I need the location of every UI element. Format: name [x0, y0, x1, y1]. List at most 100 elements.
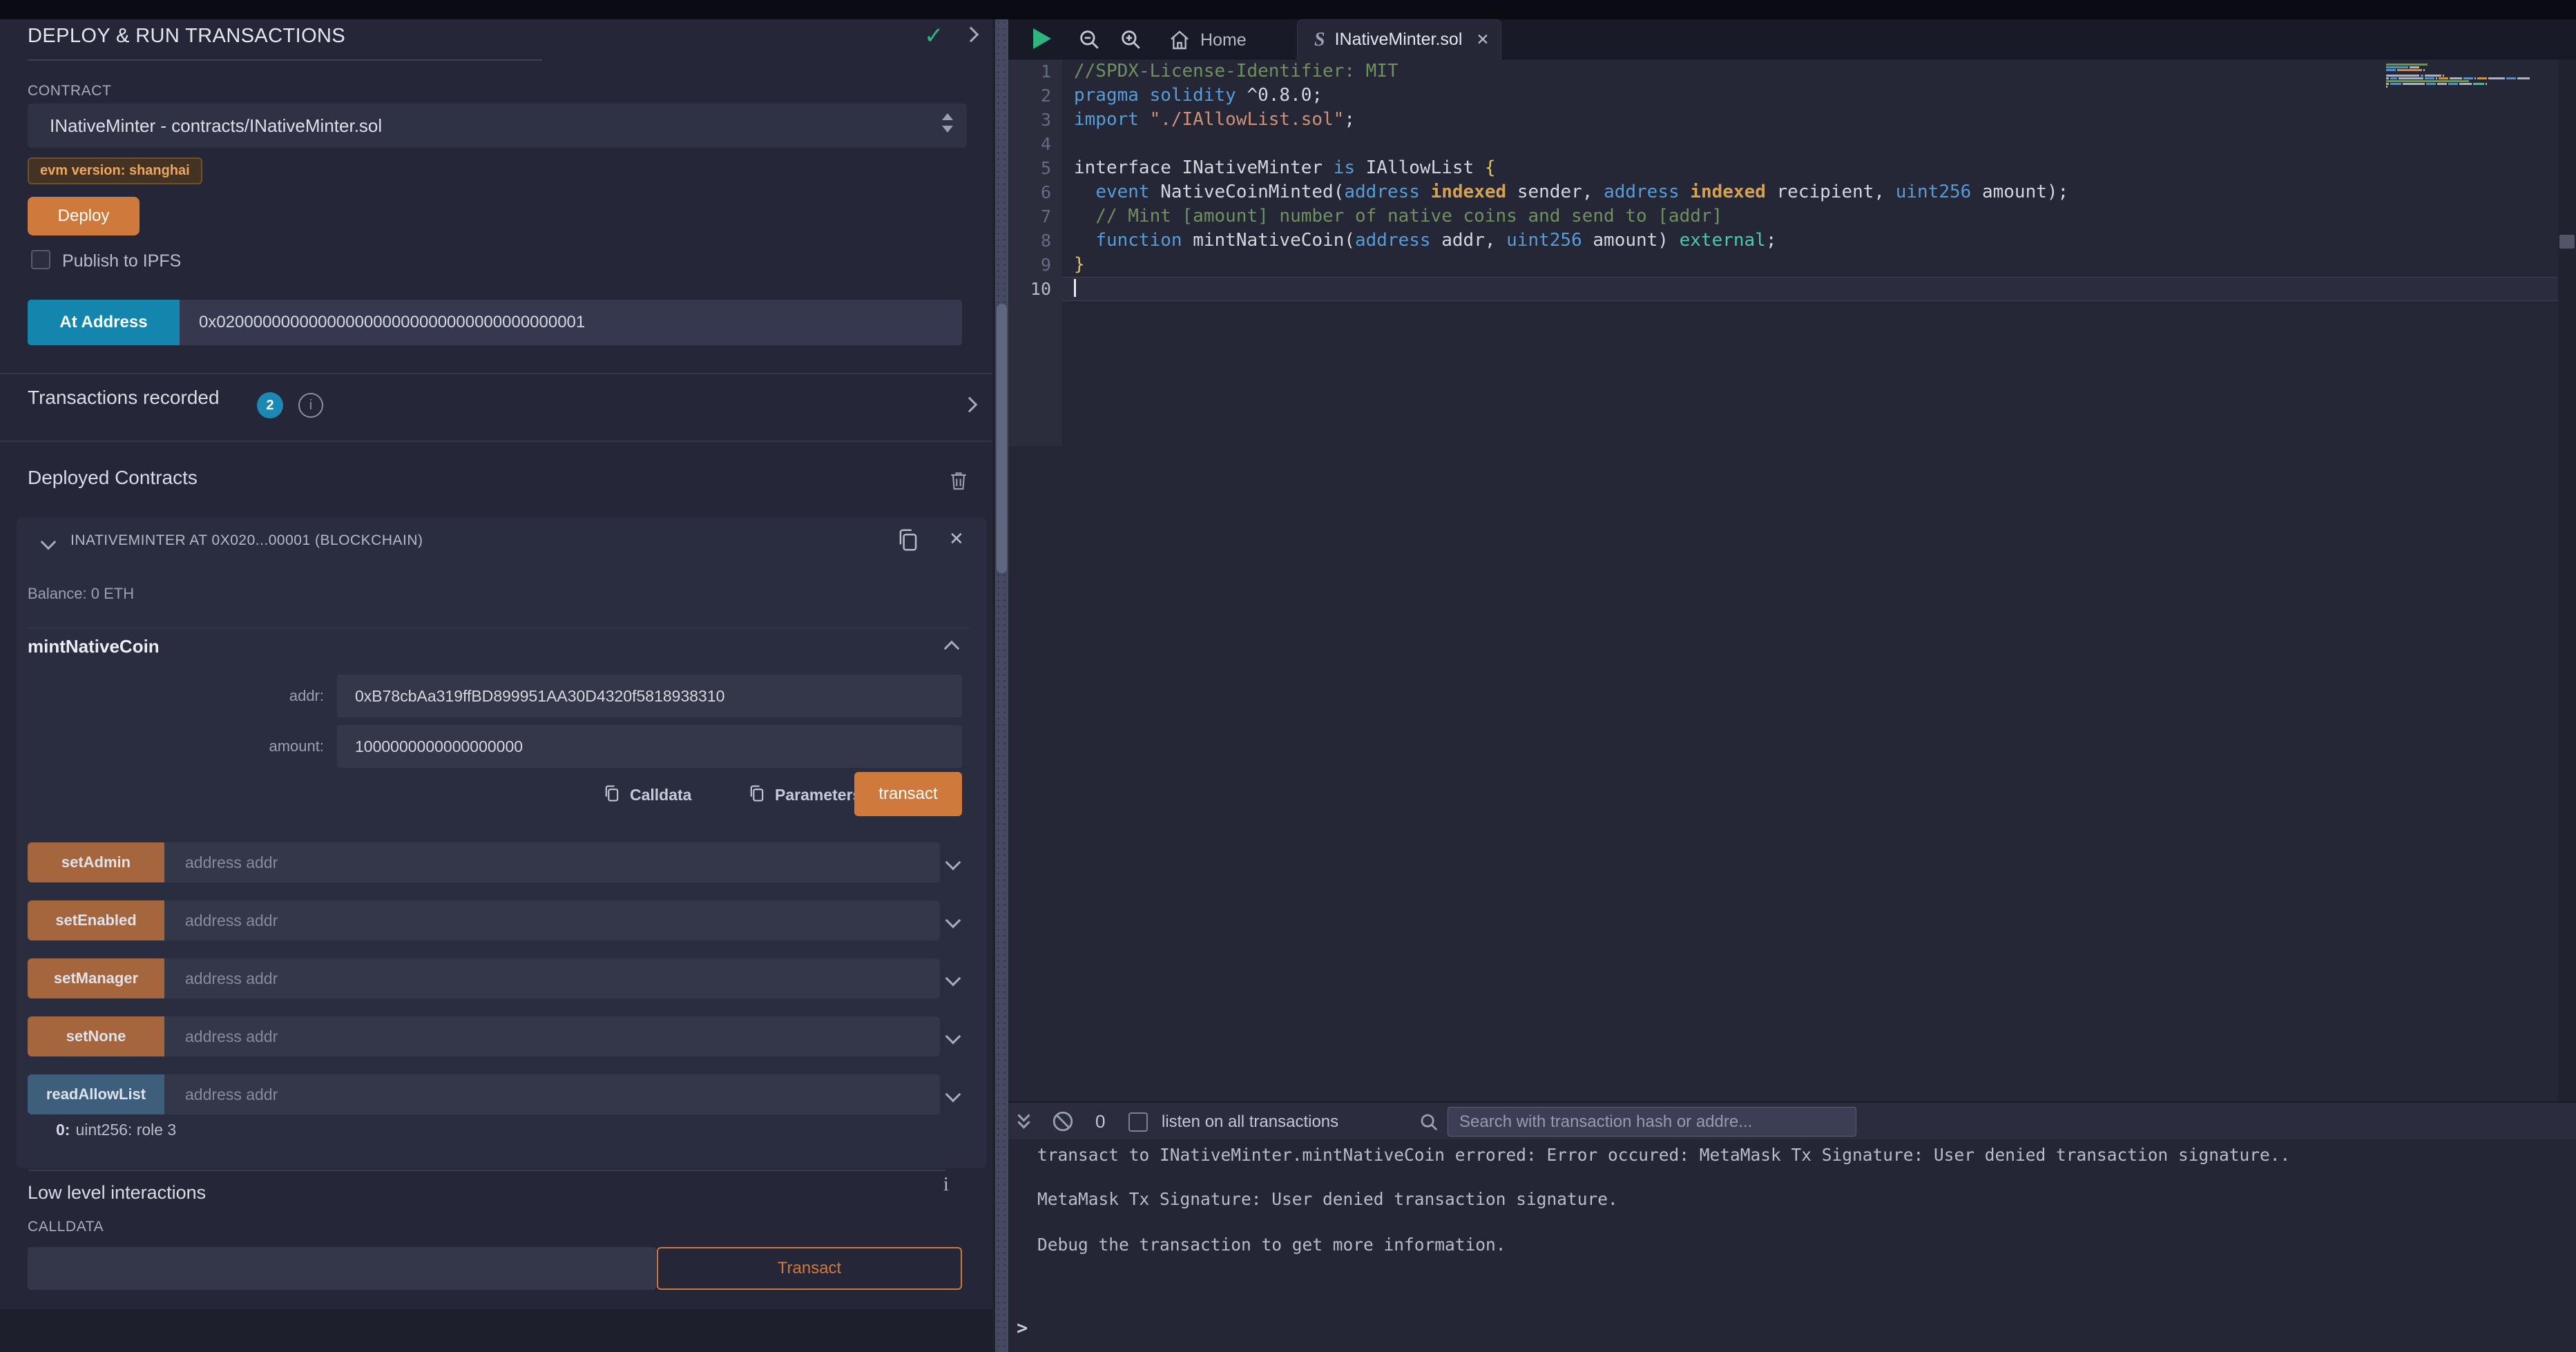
setnone-button[interactable]: setNone — [28, 1016, 164, 1056]
function-row: setEnabled — [28, 900, 940, 940]
home-tab-label: Home — [1200, 30, 1247, 50]
publish-ipfs-checkbox[interactable] — [31, 250, 50, 269]
deploy-run-panel: DEPLOY & RUN TRANSACTIONS ✓ CONTRACT INa… — [0, 19, 992, 1352]
expand-function-chevron-icon[interactable] — [945, 1087, 961, 1103]
pending-transactions-count: 0 — [1095, 1111, 1105, 1132]
clear-instances-trash-icon[interactable] — [948, 468, 970, 493]
editor-scrollbar-thumb[interactable] — [2559, 235, 2575, 249]
function-name: mintNativeCoin — [28, 636, 160, 657]
setnone-input[interactable] — [164, 1016, 940, 1056]
setmanager-input[interactable] — [164, 958, 940, 998]
expand-function-chevron-icon[interactable] — [945, 971, 961, 987]
result-value: uint256: role 3 — [75, 1121, 176, 1139]
panel-resize-handle[interactable] — [992, 19, 1008, 1352]
expand-function-chevron-icon[interactable] — [945, 855, 961, 871]
listen-all-transactions-checkbox[interactable] — [1128, 1112, 1148, 1132]
contract-select[interactable]: INativeMinter - contracts/INativeMinter.… — [28, 104, 967, 148]
editor-scrollbar[interactable] — [2558, 59, 2576, 1101]
terminal-search-input[interactable] — [1448, 1107, 1856, 1137]
zoom-out-icon[interactable] — [1077, 28, 1101, 51]
tab-inativeminter-sol[interactable]: S INativeMinter.sol ✕ — [1297, 19, 1501, 59]
section-divider — [0, 373, 992, 374]
copy-calldata-icon[interactable] — [602, 783, 622, 804]
readallowlist-button[interactable]: readAllowList — [28, 1074, 164, 1114]
function-row: readAllowList — [28, 1074, 940, 1114]
contract-label: CONTRACT — [28, 83, 111, 99]
expand-function-chevron-icon[interactable] — [945, 1029, 961, 1045]
amount-input[interactable] — [337, 725, 962, 768]
section-divider — [29, 1170, 945, 1171]
deployed-contract-card: INATIVEMINTER AT 0X020...00001 (BLOCKCHA… — [17, 517, 986, 1168]
at-address-input[interactable] — [180, 300, 962, 345]
low-level-transact-button[interactable]: Transact — [657, 1247, 962, 1290]
low-level-info-icon[interactable]: i — [943, 1174, 949, 1196]
setmanager-button[interactable]: setManager — [28, 958, 164, 998]
addr-input[interactable] — [337, 675, 962, 717]
terminal-collapse-icon[interactable] — [1019, 1111, 1033, 1132]
contract-select-value: INativeMinter - contracts/INativeMinter.… — [50, 115, 382, 137]
amount-field-label: amount: — [17, 737, 324, 755]
terminal-toolbar: 0 listen on all transactions — [1008, 1101, 2576, 1139]
listen-all-transactions-label: listen on all transactions — [1162, 1112, 1338, 1132]
addr-field-label: addr: — [17, 687, 324, 705]
contract-instance-title: INATIVEMINTER AT 0X020...00001 (BLOCKCHA… — [70, 532, 423, 549]
clear-console-icon[interactable] — [1051, 1110, 1075, 1133]
expand-function-chevron-icon[interactable] — [945, 913, 961, 929]
transactions-count-badge: 2 — [257, 392, 283, 418]
solidity-file-icon: S — [1314, 29, 1325, 51]
terminal-line: MetaMask Tx Signature: User denied trans… — [1037, 1189, 1618, 1209]
copy-calldata-button[interactable]: Calldata — [630, 786, 691, 804]
transactions-expand-chevron-icon[interactable] — [962, 397, 978, 413]
code-editor[interactable]: 12345678910 //SPDX-License-Identifier: M… — [1008, 59, 2558, 1101]
panel-scrollbar-thumb[interactable] — [997, 304, 1007, 573]
at-address-button[interactable]: At Address — [28, 300, 180, 345]
copy-parameters-button[interactable]: Parameters — [775, 786, 861, 804]
function-row: setManager — [28, 958, 940, 998]
low-level-title: Low level interactions — [28, 1182, 206, 1204]
copy-parameters-icon[interactable] — [747, 783, 767, 804]
function-row: setNone — [28, 1016, 940, 1056]
code-lines[interactable]: //SPDX-License-Identifier: MITpragma sol… — [1062, 59, 2558, 301]
deployed-contracts-title: Deployed Contracts — [28, 467, 198, 489]
function-collapse-chevron-icon[interactable] — [944, 641, 960, 657]
editor-minimap[interactable] — [2386, 64, 2555, 91]
setenabled-input[interactable] — [164, 900, 940, 940]
terminal-output[interactable]: transact to INativeMinter.mintNativeCoin… — [1008, 1139, 2576, 1352]
terminal-line: transact to INativeMinter.mintNativeCoin… — [1037, 1145, 2290, 1165]
window-top-bar — [0, 0, 2576, 19]
deploy-button[interactable]: Deploy — [28, 197, 140, 235]
at-address-group: At Address — [28, 300, 962, 345]
readallowlist-input[interactable] — [164, 1074, 940, 1114]
search-icon — [1419, 1112, 1439, 1132]
title-underline — [28, 59, 542, 61]
transact-button[interactable]: transact — [854, 772, 962, 816]
section-divider — [0, 441, 992, 442]
panel-title: DEPLOY & RUN TRANSACTIONS — [28, 25, 345, 48]
run-script-play-icon[interactable] — [1033, 28, 1051, 49]
setadmin-button[interactable]: setAdmin — [28, 842, 164, 882]
terminal-prompt[interactable]: > — [1017, 1317, 1028, 1339]
tab-label: INativeMinter.sol — [1335, 30, 1463, 50]
select-arrows-icon — [942, 113, 953, 133]
panel-footer — [0, 1309, 992, 1352]
result-index: 0: — [56, 1121, 70, 1139]
call-result: 0: uint256: role 3 — [56, 1121, 176, 1139]
compile-success-check-icon: ✓ — [924, 22, 944, 50]
editor-tab-bar: Home S INativeMinter.sol ✕ — [1008, 19, 2576, 59]
publish-ipfs-label: Publish to IPFS — [62, 251, 181, 271]
copy-address-icon[interactable] — [895, 525, 921, 554]
panel-expand-chevron-icon[interactable] — [963, 27, 979, 43]
remove-contract-icon[interactable]: ✕ — [949, 528, 964, 550]
zoom-in-icon[interactable] — [1119, 28, 1142, 51]
remix-ide-window: DEPLOY & RUN TRANSACTIONS ✓ CONTRACT INa… — [0, 0, 2576, 1352]
tab-home[interactable]: Home — [1169, 26, 1247, 54]
info-icon[interactable]: i — [298, 393, 323, 418]
contract-collapse-chevron-icon[interactable] — [41, 534, 57, 550]
setenabled-button[interactable]: setEnabled — [28, 900, 164, 940]
setadmin-input[interactable] — [164, 842, 940, 882]
calldata-input[interactable] — [28, 1247, 656, 1290]
editor-gutter: 12345678910 — [1008, 59, 1062, 446]
tab-close-icon[interactable]: ✕ — [1476, 30, 1489, 49]
home-icon — [1169, 29, 1191, 51]
evm-version-badge: evm version: shanghai — [28, 157, 202, 184]
